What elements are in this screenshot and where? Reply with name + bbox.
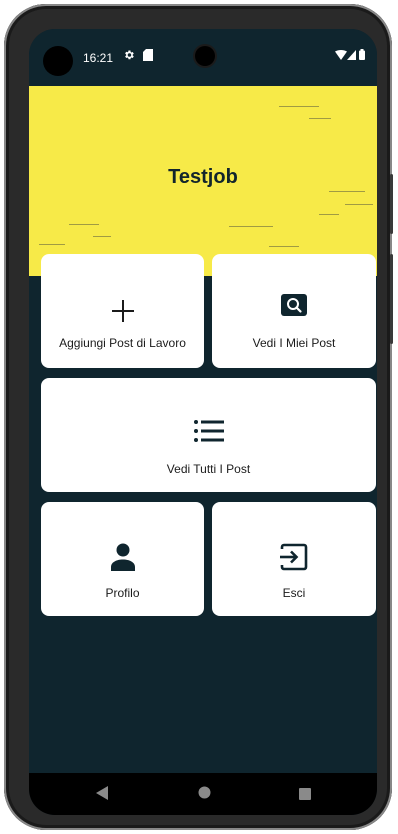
add-job-post-button[interactable]: Aggiungi Post di Lavoro (41, 254, 204, 368)
person-icon (110, 543, 135, 576)
status-bar: 16:21 (29, 29, 377, 86)
volume-button (390, 254, 393, 344)
profile-label: Profilo (105, 586, 140, 600)
status-time: 16:21 (83, 51, 114, 65)
plus-icon (111, 300, 134, 327)
logout-label: Esci (282, 586, 306, 600)
all-posts-button[interactable]: Vedi Tutti I Post (41, 378, 376, 492)
list-icon (193, 418, 224, 449)
battery-icon (359, 49, 365, 63)
all-posts-label: Vedi Tutti I Post (166, 462, 251, 476)
app-title: Testjob (168, 166, 238, 188)
settings-icon (123, 49, 135, 64)
logout-button[interactable]: Esci (212, 502, 376, 616)
power-button (390, 174, 393, 234)
profile-button[interactable]: Profilo (41, 502, 204, 616)
front-camera (43, 46, 73, 76)
search-icon (281, 294, 307, 321)
recents-icon[interactable] (299, 787, 311, 805)
add-job-post-label: Aggiungi Post di Lavoro (59, 336, 186, 350)
logout-icon (280, 543, 308, 576)
sd-card-icon (143, 49, 153, 64)
back-icon[interactable] (96, 786, 108, 805)
my-posts-button[interactable]: Vedi I Miei Post (212, 254, 376, 368)
system-nav-bar (29, 773, 377, 815)
camera-hole (195, 46, 215, 66)
screen: 16:21 Testjob Aggiungi Post di Lavoro Ve… (29, 29, 377, 815)
my-posts-label: Vedi I Miei Post (252, 336, 336, 350)
wifi-icon (335, 49, 347, 63)
phone-frame: 16:21 Testjob Aggiungi Post di Lavoro Ve… (4, 4, 393, 830)
app-header: Testjob (29, 86, 377, 276)
home-icon[interactable] (198, 786, 211, 804)
signal-icon (347, 49, 356, 63)
